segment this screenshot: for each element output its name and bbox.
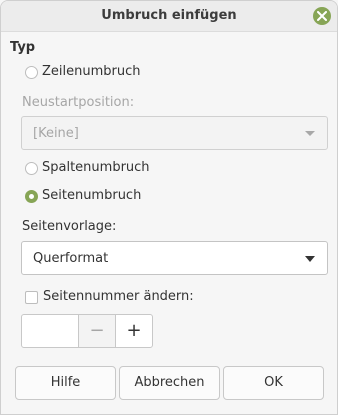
insert-break-dialog: Umbruch einfügen Typ Zeilenumbruch Neust… — [0, 0, 338, 415]
cancel-button[interactable]: Abbrechen — [119, 366, 220, 400]
change-page-number-label[interactable]: Seitennummer ändern: — [43, 289, 194, 304]
column-break-label[interactable]: Spaltenumbruch — [42, 160, 150, 175]
restart-position-select: [Keine] — [21, 116, 328, 150]
line-break-radio[interactable] — [25, 66, 38, 79]
page-style-select[interactable]: Querformat — [21, 241, 328, 275]
page-style-value: Querformat — [33, 251, 109, 266]
title-bar: Umbruch einfügen — [1, 1, 337, 32]
page-break-label[interactable]: Seitenumbruch — [42, 188, 141, 203]
change-page-number-checkbox[interactable] — [25, 291, 38, 304]
line-break-label[interactable]: Zeilenumbruch — [42, 64, 141, 79]
page-style-label: Seitenvorlage: — [22, 219, 117, 234]
help-button[interactable]: Hilfe — [15, 366, 116, 400]
chevron-down-icon — [305, 256, 315, 262]
restart-position-label: Neustartposition: — [22, 95, 135, 110]
close-icon[interactable] — [313, 7, 331, 25]
column-break-radio[interactable] — [25, 162, 38, 175]
page-break-radio[interactable] — [25, 190, 38, 203]
decrement-button[interactable]: − — [78, 314, 116, 348]
increment-button[interactable]: + — [115, 314, 153, 348]
page-number-input[interactable] — [21, 314, 79, 348]
ok-button[interactable]: OK — [223, 366, 324, 400]
chevron-down-icon — [305, 131, 315, 136]
restart-position-value: [Keine] — [33, 126, 79, 141]
type-section-label: Typ — [10, 40, 36, 55]
dialog-title: Umbruch einfügen — [101, 8, 237, 23]
